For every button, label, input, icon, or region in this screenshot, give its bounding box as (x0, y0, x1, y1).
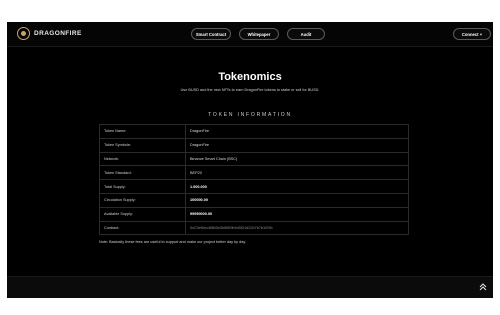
logo-text: DRAGONFIRE (34, 30, 82, 37)
row-value: 100000.00 (190, 198, 208, 203)
row-value: BEP20 (190, 170, 202, 175)
row-label: Token Name: (100, 125, 186, 138)
table-row: Token Symbole: DragonFire (99, 138, 409, 153)
row-value: 1.000.000 (190, 184, 207, 189)
table-row: Contract: 0xC0ef0ec4f8b5b3b5f0f9b9d0f21d… (99, 221, 409, 236)
row-label: Network: (100, 152, 186, 166)
table-row: Token Standard: BEP20 (99, 166, 409, 181)
connect-button[interactable]: Connect + (453, 28, 491, 40)
row-label: Circulation Supply: (100, 193, 186, 207)
app-frame: DRAGONFIRE Smart Contract Whitepaper Aud… (7, 22, 493, 298)
table-row: Token Name: DragonFire (99, 125, 409, 139)
row-value: Binance Smart Chain (BSC) (190, 156, 238, 161)
row-value: 99990000.00 (190, 212, 213, 217)
page-title: Tokenomics (218, 71, 282, 83)
table-row: Circulation Supply: 100000.00 (99, 193, 409, 208)
row-value: DragonFire (190, 129, 209, 134)
fees-note: Note: Basically these fees are useful to… (99, 240, 247, 244)
page-subtitle: Use BUSD and the new NFTs to earn Dragon… (180, 88, 320, 92)
contract-address-link[interactable]: 0xC0ef0ec4f8b5b3b5f0f9b9d0f21d22b7b7b1f2… (186, 222, 408, 235)
chevron-double-up-icon[interactable] (478, 282, 488, 292)
table-row: Available Supply: 99990000.00 (99, 207, 409, 222)
token-info-table: Token Name: DragonFire Token Symbole: Dr… (99, 124, 409, 236)
chevron-double-up-icon-svg (479, 283, 487, 291)
row-label: Token Symbole: (100, 138, 186, 152)
row-label: Available Supply: (100, 207, 186, 221)
row-label: Total Supply: (100, 180, 186, 193)
table-row: Network: Binance Smart Chain (BSC) (99, 152, 409, 167)
row-label: Contract: (100, 221, 186, 235)
row-value: DragonFire (190, 143, 209, 148)
footer (7, 276, 493, 298)
dragonfire-logo-icon (17, 27, 30, 40)
logo[interactable]: DRAGONFIRE (17, 27, 82, 40)
section-title: TOKEN INFORMATION (208, 112, 292, 118)
whitepaper-button[interactable]: Whitepaper (239, 28, 279, 40)
top-navbar: DRAGONFIRE Smart Contract Whitepaper Aud… (7, 22, 493, 47)
table-row: Total Supply: 1.000.000 (99, 180, 409, 194)
smart-contract-button[interactable]: Smart Contract (191, 28, 231, 40)
audit-button[interactable]: Audit (287, 28, 325, 40)
row-label: Token Standard: (100, 166, 186, 180)
